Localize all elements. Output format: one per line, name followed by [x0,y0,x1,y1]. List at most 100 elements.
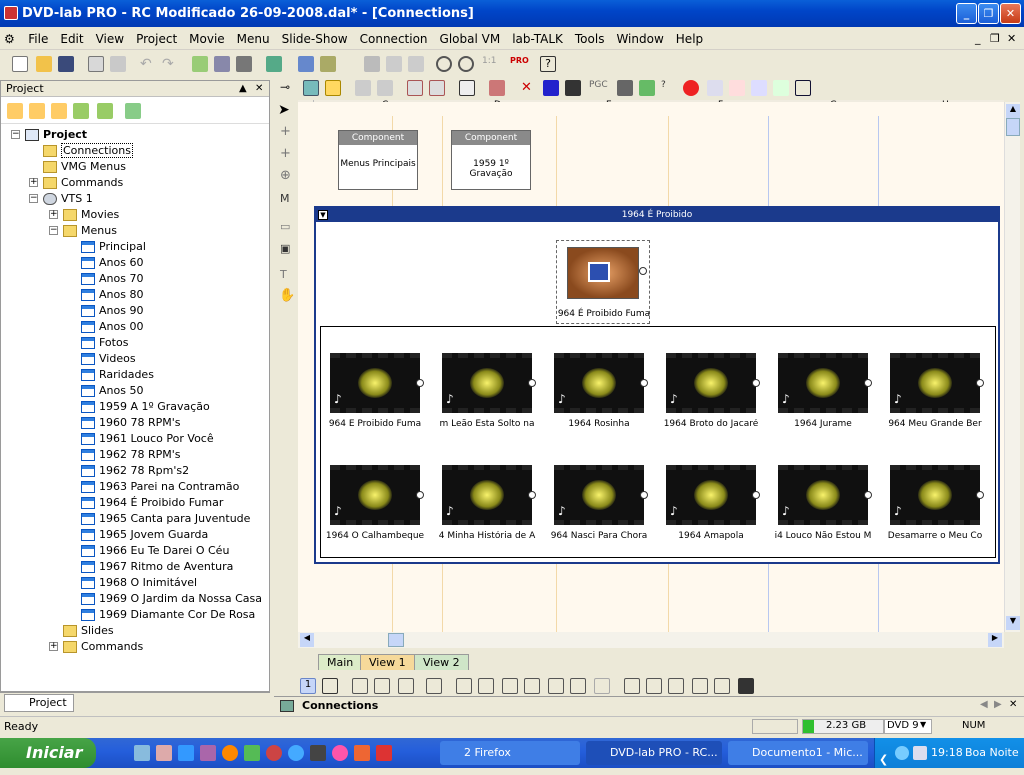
layout-j-icon[interactable] [570,678,586,694]
menu-view[interactable]: View [90,28,130,50]
video-icon[interactable] [617,80,633,96]
new-icon[interactable] [12,56,28,72]
tree-item[interactable]: 1960 78 RPM's [81,415,181,431]
menu-help[interactable]: Help [670,28,709,50]
layout-d-icon[interactable] [426,678,442,694]
menu-port[interactable] [528,379,536,387]
menu-port[interactable] [528,491,536,499]
add-slide-icon[interactable] [51,103,67,119]
layout-m-icon[interactable] [646,678,662,694]
link-icon[interactable] [364,56,380,72]
tree-item[interactable]: 1968 O Inimitável [81,575,197,591]
add-vmg-icon[interactable] [73,103,89,119]
menu-node[interactable]: ♪ [666,353,756,413]
compile-icon[interactable] [214,56,230,72]
save-icon[interactable] [58,56,74,72]
vts-port[interactable] [639,267,647,275]
film-icon[interactable] [489,80,505,96]
messenger-icon[interactable] [244,745,260,761]
player-icon[interactable] [266,745,282,761]
menu-file[interactable]: File [22,28,54,50]
maximize-button[interactable]: ❐ [978,3,999,24]
menu-connection[interactable]: Connection [354,28,434,50]
find-icon[interactable] [236,56,252,72]
close-button[interactable]: ✕ [1000,3,1021,24]
marker-icon[interactable]: M [280,192,290,205]
menu-node[interactable]: ♪ [778,353,868,413]
menu-node[interactable]: ♪ [890,353,980,413]
rt-icon[interactable] [729,80,745,96]
tree-item[interactable]: 1969 O Jardim da Nossa Casa [81,591,262,607]
tree-item[interactable]: + Commands [49,639,143,655]
menu-port[interactable] [752,379,760,387]
layout-o-icon[interactable] [692,678,708,694]
dfr-icon[interactable] [386,56,402,72]
um-icon[interactable] [707,80,723,96]
paste-icon[interactable] [110,56,126,72]
panel-collapse-icon[interactable]: ▲ [239,81,247,97]
mdi-restore-icon[interactable]: ❐ [990,32,1000,45]
minimize-button[interactable]: _ [956,3,977,24]
layout-a-icon[interactable] [352,678,368,694]
desktop-icon[interactable] [134,745,150,761]
menu-slide-show[interactable]: Slide-Show [276,28,354,50]
app-icon[interactable] [310,745,326,761]
layout-icon[interactable] [322,678,338,694]
tree-item[interactable]: 1965 Jovem Guarda [81,527,208,543]
menu-node[interactable]: ♪ [442,353,532,413]
vertical-scrollbar[interactable]: ▲ ▼ [1004,102,1020,632]
redo-icon[interactable]: ↷ [162,56,178,72]
help-icon[interactable]: ? [540,56,556,72]
next-icon[interactable]: ▶ [994,699,1002,710]
tree-item[interactable]: 1961 Louco Por Você [81,431,214,447]
collapse-icon[interactable]: − [29,194,38,203]
connect-icon[interactable] [407,80,423,96]
menu-menu[interactable]: Menu [231,28,276,50]
tree-item[interactable]: Anos 90 [81,303,143,319]
tree-item[interactable]: 1962 78 Rpm's2 [81,463,189,479]
tree-item[interactable]: Anos 80 [81,287,143,303]
mdi-minimize-icon[interactable]: _ [975,32,981,45]
user-help-icon[interactable] [795,80,811,96]
tree-item[interactable]: 1964 É Proibido Fumar [81,495,223,511]
taskbar-button[interactable]: Documento1 - Mic... [728,741,868,765]
collapse-icon[interactable]: − [49,226,58,235]
layout-c-icon[interactable] [398,678,414,694]
number-icon[interactable] [565,80,581,96]
menu-port[interactable] [640,491,648,499]
connections-canvas[interactable]: Component Menus Principais Component 195… [298,102,1004,632]
link-tool-icon[interactable]: ⊕ [280,168,291,183]
app-icon[interactable] [4,6,18,20]
tree-item[interactable]: 1959 A 1º Gravação [81,399,210,415]
vts-node[interactable]: 964 É Proibido Fuma [556,240,650,324]
frame-icon[interactable]: ▣ [280,242,290,255]
taskbar-button[interactable]: 2 Firefox [440,741,580,765]
menu-port[interactable] [640,379,648,387]
tree-item[interactable]: Anos 00 [81,319,143,335]
wizard-icon[interactable] [320,56,336,72]
layout-i-icon[interactable] [548,678,564,694]
hand-icon[interactable]: ✋ [279,288,295,303]
media-icon[interactable] [200,745,216,761]
expand-icon[interactable]: + [29,178,38,187]
collapse-icon[interactable]: − [11,130,20,139]
layout-p-icon[interactable] [714,678,730,694]
scroll-up-icon[interactable]: ▲ [1006,104,1020,118]
color-icon[interactable] [543,80,559,96]
tree-item[interactable]: Anos 70 [81,271,143,287]
layout-q-icon[interactable] [738,678,754,694]
menu-port[interactable] [416,491,424,499]
tree-item[interactable]: Fotos [81,335,128,351]
menu-node[interactable]: ♪ [554,353,644,413]
menu-port[interactable] [752,491,760,499]
pgc-icon[interactable]: PGC [589,80,608,96]
view-tab-1[interactable]: Main [318,654,363,670]
menu-port[interactable] [864,491,872,499]
app-icon[interactable] [376,745,392,761]
tree-item[interactable]: Anos 50 [81,383,143,399]
menu-tools[interactable]: Tools [569,28,611,50]
menu-edit[interactable]: Edit [54,28,89,50]
fp-icon[interactable] [773,80,789,96]
zoom-in-icon[interactable] [436,56,452,72]
tree-item[interactable]: Connections [43,143,133,159]
